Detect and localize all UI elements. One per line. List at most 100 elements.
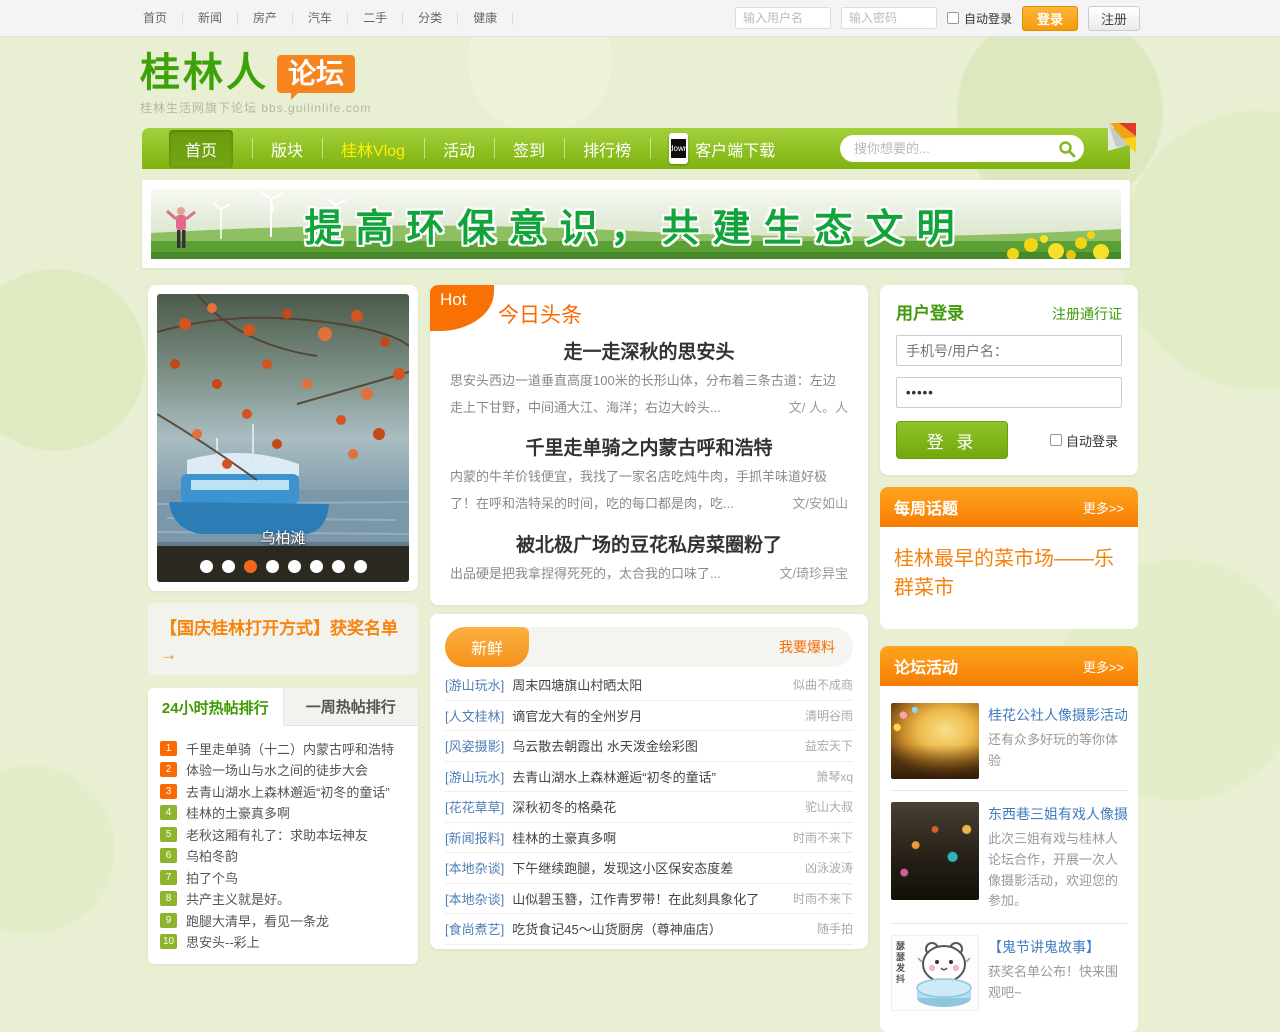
slider-dot[interactable] [288, 560, 301, 573]
fresh-category-link[interactable]: [风姿摄影] [445, 736, 504, 755]
rank-badge: 10 [160, 934, 177, 949]
fresh-category-link[interactable]: [本地杂谈] [445, 858, 504, 877]
fresh-title-link[interactable]: 深秋初冬的格桑花 [512, 797, 795, 816]
register-pass-link[interactable]: 注册通行证 [1052, 304, 1122, 324]
fresh-item: [风姿摄影] 乌云散去朝霞出 水天泼金绘彩图 益宏天下 [445, 731, 853, 762]
fresh-category-link[interactable]: [花花草草] [445, 797, 504, 816]
weekly-topic-link[interactable]: 桂林最早的菜市场——乐群菜市 [894, 545, 1124, 603]
fresh-author: 清明谷雨 [805, 707, 853, 724]
panel-auto-login-checkbox[interactable] [1050, 434, 1062, 446]
page-peel-icon[interactable] [1106, 123, 1136, 153]
fresh-category-link[interactable]: [游山玩水] [445, 675, 504, 694]
site-nav-link[interactable]: 二手 [348, 12, 403, 25]
nav-tab-activities[interactable]: 活动 [424, 128, 494, 169]
weekly-topic-more-link[interactable]: 更多>> [1083, 498, 1124, 517]
ranking-item[interactable]: 5 老秋这厢有礼了：求助本坛神友 [160, 823, 406, 845]
ranking-item[interactable]: 9 跑腿大清早，看见一条龙 [160, 909, 406, 931]
fresh-category-link[interactable]: [游山玩水] [445, 767, 504, 786]
banner-image[interactable]: 提高环保意识，共建生态文明 [151, 189, 1121, 259]
fresh-category-link[interactable]: [新闻报料] [445, 828, 504, 847]
nav-tab-boards[interactable]: 版块 [252, 128, 322, 169]
article-title[interactable]: 千里走单骑之内蒙古呼和浩特 [450, 433, 848, 460]
announcement-arrow-icon[interactable]: → [160, 645, 406, 665]
nav-tab-vlog[interactable]: 桂林Vlog [322, 128, 424, 169]
fresh-title-link[interactable]: 谪官龙大有的全州岁月 [512, 706, 795, 725]
fresh-title-link[interactable]: 下午继续跑腿，发现这小区保安态度差 [512, 858, 795, 877]
center-column: Hot 今日头条 走一走深秋的思安头 思安头西边一道垂直高度100米的长形山体，… [430, 285, 868, 949]
slider-dot[interactable] [354, 560, 367, 573]
site-nav-link[interactable]: 健康 [458, 12, 513, 25]
panel-login-button[interactable]: 登 录 [896, 421, 1008, 459]
nav-tab-home[interactable]: 首页 [150, 128, 252, 169]
fresh-title-link[interactable]: 吃货食记45～山货厨房（尊神庙店） [512, 919, 807, 938]
ranking-item[interactable]: 8 共产主义就是好。 [160, 888, 406, 910]
topbar-register-button[interactable]: 注册 [1088, 6, 1140, 31]
fresh-title-link[interactable]: 山似碧玉簪，江作青罗带！在此刻具象化了 [512, 889, 783, 908]
rank-badge: 1 [160, 741, 177, 756]
activity-desc: 此次三姐有戏与桂林人论坛合作，开展一次人像摄影活动，欢迎您的参加。 [988, 829, 1127, 912]
search-button[interactable] [1056, 138, 1078, 160]
article-title[interactable]: 被北极广场的豆花私房菜圈粉了 [450, 530, 848, 557]
login-password-input[interactable] [896, 377, 1122, 408]
hot-badge: Hot [430, 285, 494, 331]
slider-image[interactable]: 乌柏滩 [157, 294, 409, 582]
rank-badge: 2 [160, 762, 177, 777]
tab-week-ranking[interactable]: 一周热帖排行 [283, 688, 419, 726]
fresh-title-link[interactable]: 桂林的土豪真多啊 [512, 828, 783, 847]
activity-thumbnail[interactable] [891, 703, 979, 779]
activity-thumbnail[interactable] [891, 802, 979, 900]
logo-text[interactable]: 桂林人 [140, 52, 269, 94]
nav-tab-checkin[interactable]: 签到 [494, 128, 564, 169]
ranking-item[interactable]: 10 思安头--彩上 [160, 931, 406, 953]
slider-dot[interactable] [266, 560, 279, 573]
slider-dot[interactable] [222, 560, 235, 573]
announcement-card[interactable]: 【国庆桂林打开方式】获奖名单 → [148, 603, 418, 675]
slider-dot[interactable] [332, 560, 345, 573]
logo-forum-badge[interactable]: 论坛 [277, 55, 355, 93]
search-input[interactable] [852, 140, 1056, 157]
site-nav-link[interactable]: 汽车 [293, 12, 348, 25]
article-author: 文/安如山 [792, 491, 848, 518]
fresh-title-link[interactable]: 周末四塘旗山村晒太阳 [512, 675, 783, 694]
fresh-category-link[interactable]: [人文桂林] [445, 706, 504, 725]
ranking-item[interactable]: 3 去青山湖水上森林邂逅“初冬的童话” [160, 780, 406, 802]
slider-dot[interactable] [310, 560, 323, 573]
ranking-item[interactable]: 6 乌柏冬韵 [160, 845, 406, 867]
fresh-title-link[interactable]: 去青山湖水上森林邂逅“初冬的童话” [512, 767, 806, 786]
nav-tab-app-download[interactable]: down 客户端下载 [650, 128, 794, 169]
report-news-link[interactable]: 我要爆料 [779, 637, 835, 657]
activity-thumbnail[interactable]: 瑟瑟发抖 [891, 935, 979, 1011]
topbar-username-input[interactable] [735, 7, 831, 29]
auto-login-checkbox[interactable] [947, 12, 959, 24]
activity-title-link[interactable]: 东西巷三姐有戏人像摄 [988, 804, 1127, 824]
ranking-item[interactable]: 4 桂林的土豪真多啊 [160, 802, 406, 824]
panel-auto-login[interactable]: 自动登录 [1050, 431, 1118, 450]
login-username-input[interactable] [896, 335, 1122, 366]
site-nav-link[interactable]: 房产 [238, 12, 293, 25]
nav-tab-ranking[interactable]: 排行榜 [564, 128, 650, 169]
announcement-text[interactable]: 【国庆桂林打开方式】获奖名单 [160, 616, 406, 642]
topbar-auto-login[interactable]: 自动登录 [947, 10, 1012, 27]
topbar-password-input[interactable] [841, 7, 937, 29]
tab-24h-ranking[interactable]: 24小时热帖排行 [148, 688, 283, 726]
site-nav-link[interactable]: 新闻 [183, 12, 238, 25]
activity-title-link[interactable]: 桂花公社人像摄影活动 [988, 705, 1127, 725]
activity-title-link[interactable]: 【鬼节讲鬼故事】 [988, 937, 1127, 957]
fresh-category-link[interactable]: [食尚煮艺] [445, 919, 504, 938]
fresh-category-link[interactable]: [本地杂谈] [445, 889, 504, 908]
ranking-item[interactable]: 2 体验一场山与水之间的徒步大会 [160, 759, 406, 781]
site-nav-link[interactable]: 首页 [140, 12, 183, 25]
activity-item: 东西巷三姐有戏人像摄 此次三姐有戏与桂林人论坛合作，开展一次人像摄影活动，欢迎您… [891, 791, 1127, 924]
fresh-tab[interactable]: 新鲜 [445, 627, 529, 667]
topbar-login-button[interactable]: 登录 [1022, 6, 1078, 31]
ranking-item[interactable]: 7 拍了个鸟 [160, 866, 406, 888]
site-nav-link[interactable]: 分类 [403, 12, 458, 25]
forum-activities-more-link[interactable]: 更多>> [1083, 657, 1124, 676]
article-title[interactable]: 走一走深秋的思安头 [450, 337, 848, 364]
weekly-topic-header: 每周话题 更多>> [880, 487, 1138, 527]
slider-dot[interactable] [244, 560, 257, 573]
ranking-item[interactable]: 1 千里走单骑（十二）内蒙古呼和浩特 [160, 737, 406, 759]
fresh-title-link[interactable]: 乌云散去朝霞出 水天泼金绘彩图 [512, 736, 795, 755]
slider-dot[interactable] [200, 560, 213, 573]
rank-badge: 5 [160, 827, 177, 842]
